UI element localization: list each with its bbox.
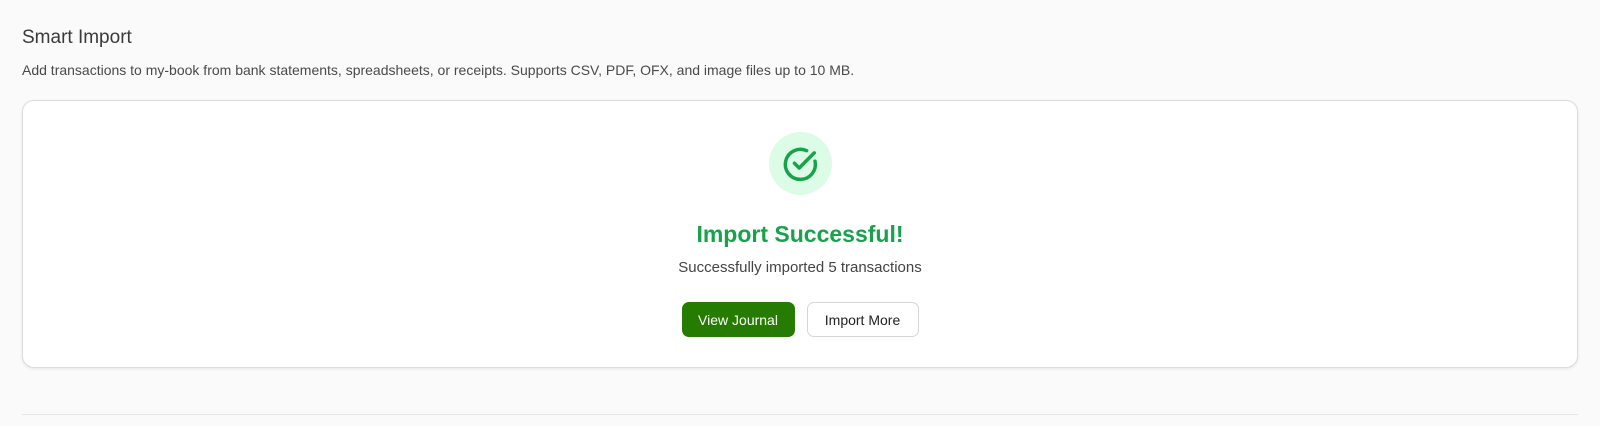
success-message: Successfully imported 5 transactions: [678, 259, 922, 276]
section-divider: [22, 414, 1578, 415]
page-subtitle: Add transactions to my-book from bank st…: [22, 62, 855, 78]
page-title: Smart Import: [22, 27, 132, 48]
check-circle-icon: [783, 147, 818, 181]
import-more-button[interactable]: Import More: [806, 302, 919, 337]
import-result-card: Import Successful! Successfully imported…: [22, 100, 1578, 368]
result-actions: View Journal Import More: [681, 302, 919, 337]
view-journal-button[interactable]: View Journal: [681, 302, 795, 337]
success-icon-badge: [768, 132, 832, 195]
success-title: Import Successful!: [696, 221, 904, 247]
smart-import-page: Smart Import Add transactions to my-book…: [0, 0, 1600, 426]
